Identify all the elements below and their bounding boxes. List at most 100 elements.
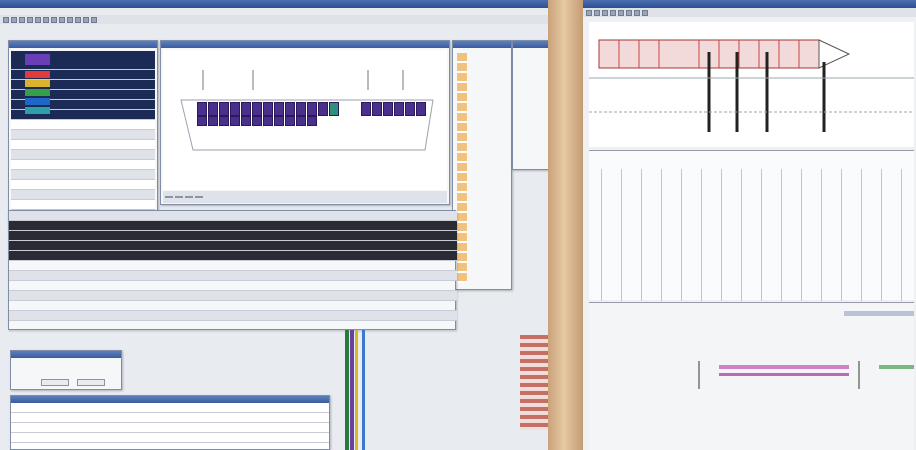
column-header[interactable]: [130, 211, 192, 221]
table-row[interactable]: [9, 221, 457, 231]
color-swatch: [25, 107, 50, 114]
table-row[interactable]: [9, 241, 457, 251]
print-icon[interactable]: [610, 9, 616, 16]
column-header[interactable]: [312, 211, 374, 221]
table-row[interactable]: [9, 261, 457, 271]
timeline-panel[interactable]: [589, 150, 914, 301]
container-slot[interactable]: [285, 102, 295, 116]
table-row[interactable]: [9, 231, 457, 241]
paste-icon[interactable]: [51, 16, 57, 23]
list-item[interactable]: [11, 170, 155, 180]
container-slot[interactable]: [329, 102, 339, 116]
table-row[interactable]: [9, 311, 457, 321]
right-app-titlebar: [583, 0, 916, 8]
grid-icon[interactable]: [91, 16, 97, 23]
container-slot[interactable]: [361, 102, 371, 116]
container-slot[interactable]: [219, 116, 229, 126]
print-icon[interactable]: [27, 16, 33, 23]
new-icon[interactable]: [3, 16, 9, 23]
container-slot[interactable]: [208, 116, 218, 126]
copy-icon[interactable]: [43, 16, 49, 23]
list-item[interactable]: [11, 120, 155, 130]
zoom-out-icon[interactable]: [626, 9, 632, 16]
container-slot[interactable]: [274, 116, 284, 126]
container-slot[interactable]: [372, 102, 382, 116]
search-icon[interactable]: [83, 16, 89, 23]
tab-2[interactable]: [175, 196, 183, 198]
container-slot[interactable]: [394, 102, 404, 116]
bay-row-deck: [361, 102, 426, 116]
list-item[interactable]: [11, 160, 155, 170]
list-item[interactable]: [11, 130, 155, 140]
bay-plan-canvas[interactable]: [163, 50, 447, 190]
schedule-panel[interactable]: [589, 302, 914, 450]
cut-icon[interactable]: [35, 16, 41, 23]
column-header[interactable]: [415, 211, 458, 221]
container-slot[interactable]: [252, 102, 262, 116]
undo-icon[interactable]: [59, 16, 65, 23]
container-slot[interactable]: [296, 102, 306, 116]
table-row[interactable]: [9, 321, 457, 331]
table-row[interactable]: [9, 291, 457, 301]
list-item[interactable]: [11, 150, 155, 160]
console-line: [11, 403, 329, 413]
list-item[interactable]: [11, 70, 155, 80]
container-slot[interactable]: [405, 102, 415, 116]
vessel-profile-canvas[interactable]: [589, 22, 914, 147]
column-header[interactable]: [373, 211, 416, 221]
list-item[interactable]: [11, 51, 155, 70]
container-slot[interactable]: [416, 102, 426, 116]
tab-3[interactable]: [185, 196, 193, 198]
cargo-list[interactable]: [11, 51, 155, 230]
list-item[interactable]: [11, 190, 155, 200]
container-slot[interactable]: [296, 116, 306, 126]
column-header[interactable]: [251, 211, 313, 221]
container-slot[interactable]: [219, 102, 229, 116]
table-row[interactable]: [9, 251, 457, 261]
container-slot[interactable]: [263, 116, 273, 126]
container-slot[interactable]: [307, 116, 317, 126]
container-slot[interactable]: [197, 116, 207, 126]
tab-1[interactable]: [165, 196, 173, 198]
column-header[interactable]: [69, 211, 131, 221]
container-slot[interactable]: [241, 116, 251, 126]
list-item[interactable]: [11, 140, 155, 150]
zoom-icon[interactable]: [75, 16, 81, 23]
dialog-message: [15, 362, 115, 370]
list-item[interactable]: [11, 180, 155, 190]
bay-row-hold-lower: [197, 116, 317, 126]
table-row[interactable]: [9, 301, 457, 311]
ok-button[interactable]: [41, 379, 69, 386]
list-item[interactable]: [11, 107, 155, 120]
container-slot[interactable]: [263, 102, 273, 116]
select-icon[interactable]: [642, 9, 648, 16]
container-slot[interactable]: [252, 116, 262, 126]
new-icon[interactable]: [586, 9, 592, 16]
save-icon[interactable]: [602, 9, 608, 16]
tab-4[interactable]: [195, 196, 203, 198]
zoom-in-icon[interactable]: [618, 9, 624, 16]
list-item[interactable]: [11, 200, 155, 210]
container-slot[interactable]: [383, 102, 393, 116]
container-slot[interactable]: [285, 116, 295, 126]
container-slot[interactable]: [274, 102, 284, 116]
table-row[interactable]: [9, 281, 457, 291]
track-line: [881, 169, 882, 301]
container-slot[interactable]: [197, 102, 207, 116]
container-slot[interactable]: [230, 102, 240, 116]
column-header[interactable]: [9, 211, 70, 221]
container-slot[interactable]: [318, 102, 328, 116]
pan-icon[interactable]: [634, 9, 640, 16]
open-icon[interactable]: [594, 9, 600, 16]
cancel-button[interactable]: [77, 379, 105, 386]
save-icon[interactable]: [19, 16, 25, 23]
container-slot[interactable]: [230, 116, 240, 126]
container-slot[interactable]: [307, 102, 317, 116]
container-slot[interactable]: [241, 102, 251, 116]
container-slot[interactable]: [208, 102, 218, 116]
console-window: [10, 395, 330, 450]
column-header[interactable]: [191, 211, 252, 221]
open-icon[interactable]: [11, 16, 17, 23]
redo-icon[interactable]: [67, 16, 73, 23]
table-row[interactable]: [9, 271, 457, 281]
